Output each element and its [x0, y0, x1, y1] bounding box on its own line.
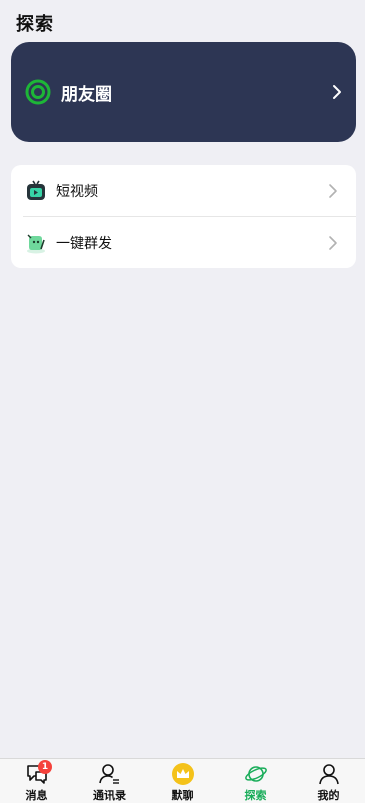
tab-contacts[interactable]: 通讯录	[73, 759, 146, 803]
tab-label: 探索	[244, 789, 267, 802]
list-item-label: 短视频	[56, 183, 98, 200]
contacts-icon	[98, 764, 119, 784]
planet-icon	[244, 766, 267, 782]
tab-messages[interactable]: 1 消息	[0, 759, 73, 803]
tab-label: 消息	[25, 789, 48, 802]
list-item-broadcast[interactable]: 一键群发	[11, 217, 356, 268]
tab-label: 默聊	[171, 789, 194, 802]
person-icon	[318, 764, 339, 785]
tab-profile[interactable]: 我的	[292, 759, 365, 803]
crown-icon	[171, 763, 194, 785]
page-title: 探索	[16, 14, 54, 35]
tab-moliao[interactable]: 默聊	[146, 759, 219, 803]
list-item-label: 一键群发	[56, 235, 112, 252]
tab-label: 通讯录	[93, 789, 126, 802]
chevron-right-icon	[333, 85, 341, 99]
unread-badge: 1	[38, 760, 52, 774]
list-item-short-video[interactable]: 短视频	[11, 165, 356, 216]
moments-entry[interactable]: 朋友圈	[11, 42, 356, 142]
chevron-right-icon	[329, 183, 337, 198]
tab-label: 我的	[317, 789, 340, 802]
short-video-icon	[27, 180, 45, 200]
chevron-right-icon	[329, 235, 337, 250]
moments-label: 朋友圈	[61, 84, 112, 105]
bottom-tab-bar: 1 消息 通讯录 默聊 探索 我的	[0, 758, 365, 803]
feature-list: 短视频 一键群发	[11, 165, 356, 268]
tab-explore[interactable]: 探索	[219, 759, 292, 803]
moments-ring-icon	[25, 79, 51, 105]
broadcast-icon	[27, 234, 45, 253]
